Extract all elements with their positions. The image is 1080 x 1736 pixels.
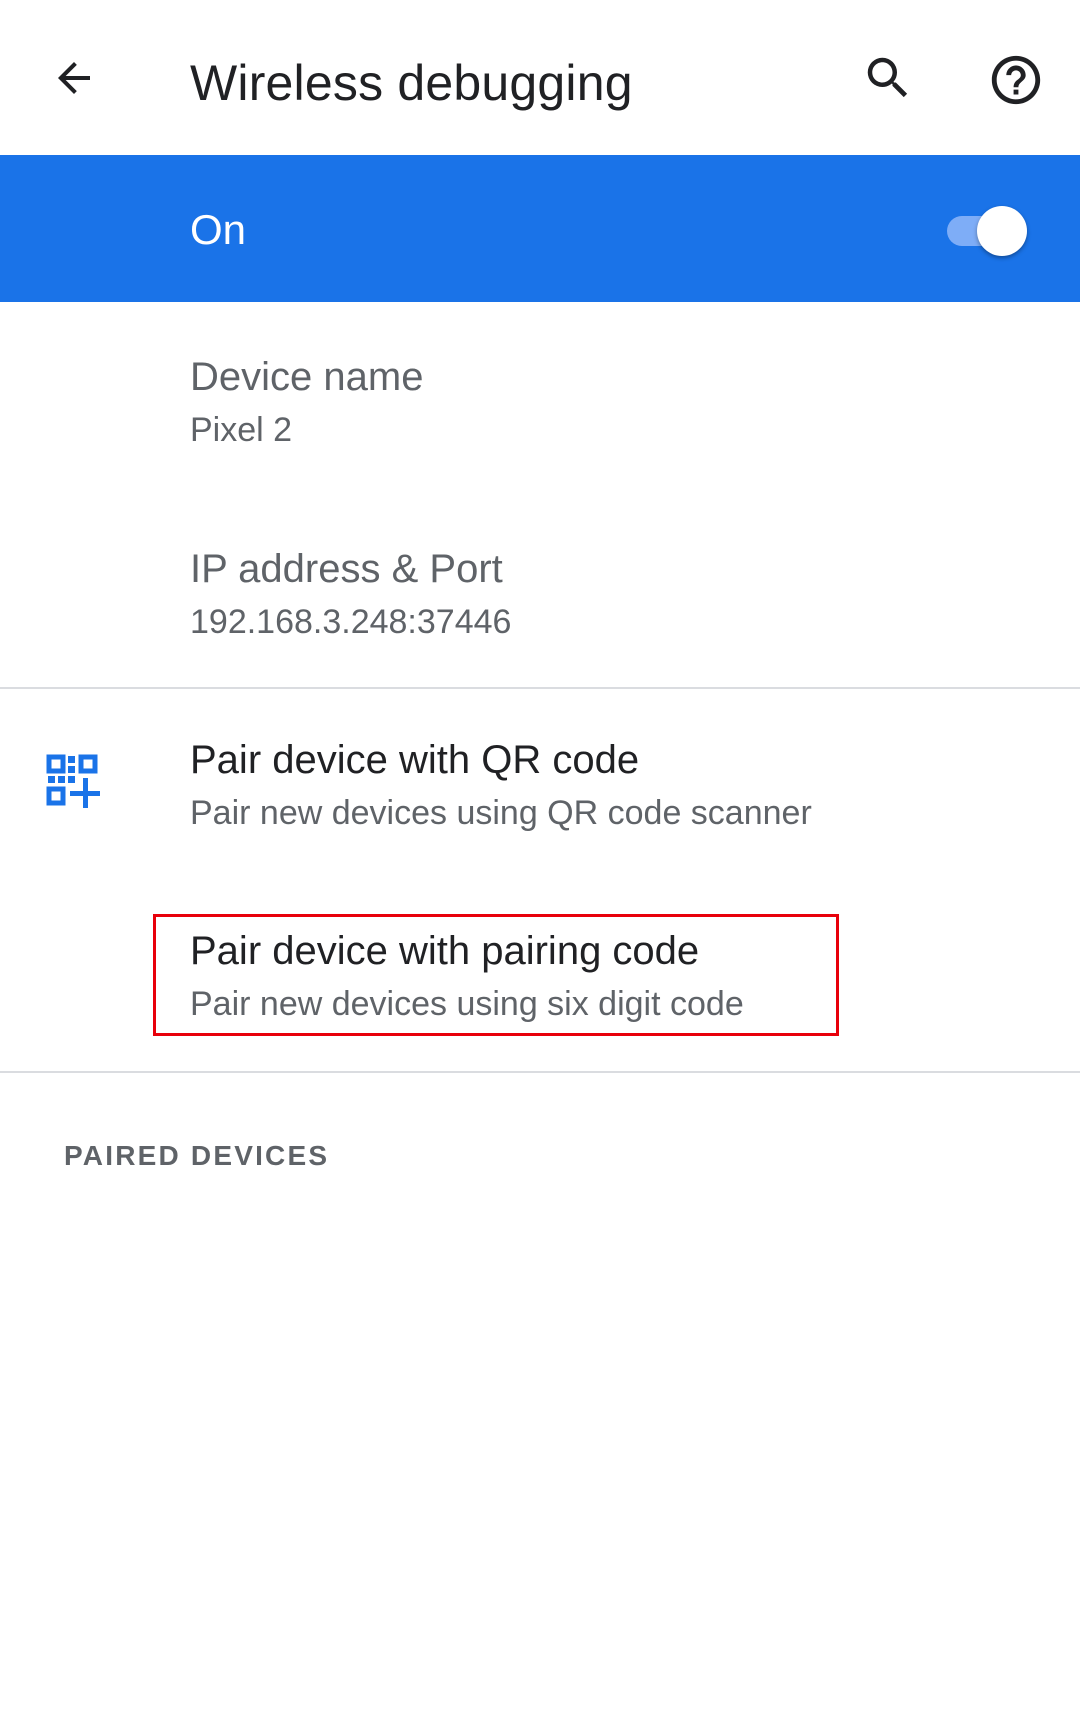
device-name-value: Pixel 2 xyxy=(190,411,293,449)
app-bar: Wireless debugging xyxy=(0,0,1080,155)
paired-devices-header: PAIRED DEVICES xyxy=(64,1140,330,1171)
device-name-title: Device name xyxy=(190,355,424,399)
search-icon xyxy=(867,57,908,98)
help-circle-icon xyxy=(991,55,1041,105)
help-button[interactable] xyxy=(980,44,1052,116)
master-toggle-switch[interactable] xyxy=(943,203,1033,259)
search-button[interactable] xyxy=(852,42,924,114)
master-switch-label: On xyxy=(190,206,247,253)
pair-qr-preference[interactable]: Pair device with QR code Pair new device… xyxy=(0,690,1080,880)
divider xyxy=(0,687,1080,689)
pair-qr-summary: Pair new devices using QR code scanner xyxy=(190,794,812,832)
back-button[interactable] xyxy=(38,42,110,114)
qr-code-add-icon xyxy=(46,754,100,808)
pair-qr-title: Pair device with QR code xyxy=(190,738,640,782)
device-name-preference: Device name Pixel 2 xyxy=(0,302,1080,482)
toggle-thumb xyxy=(977,206,1027,256)
divider xyxy=(0,1071,1080,1073)
arrow-back-icon xyxy=(58,62,90,94)
page-title: Wireless debugging xyxy=(190,55,633,111)
ip-address-title: IP address & Port xyxy=(190,547,503,591)
master-switch-bar[interactable]: On xyxy=(0,155,1080,302)
ip-address-preference: IP address & Port 192.168.3.248:37446 xyxy=(0,494,1080,674)
ip-address-value: 192.168.3.248:37446 xyxy=(190,603,512,641)
highlight-box xyxy=(153,914,839,1036)
